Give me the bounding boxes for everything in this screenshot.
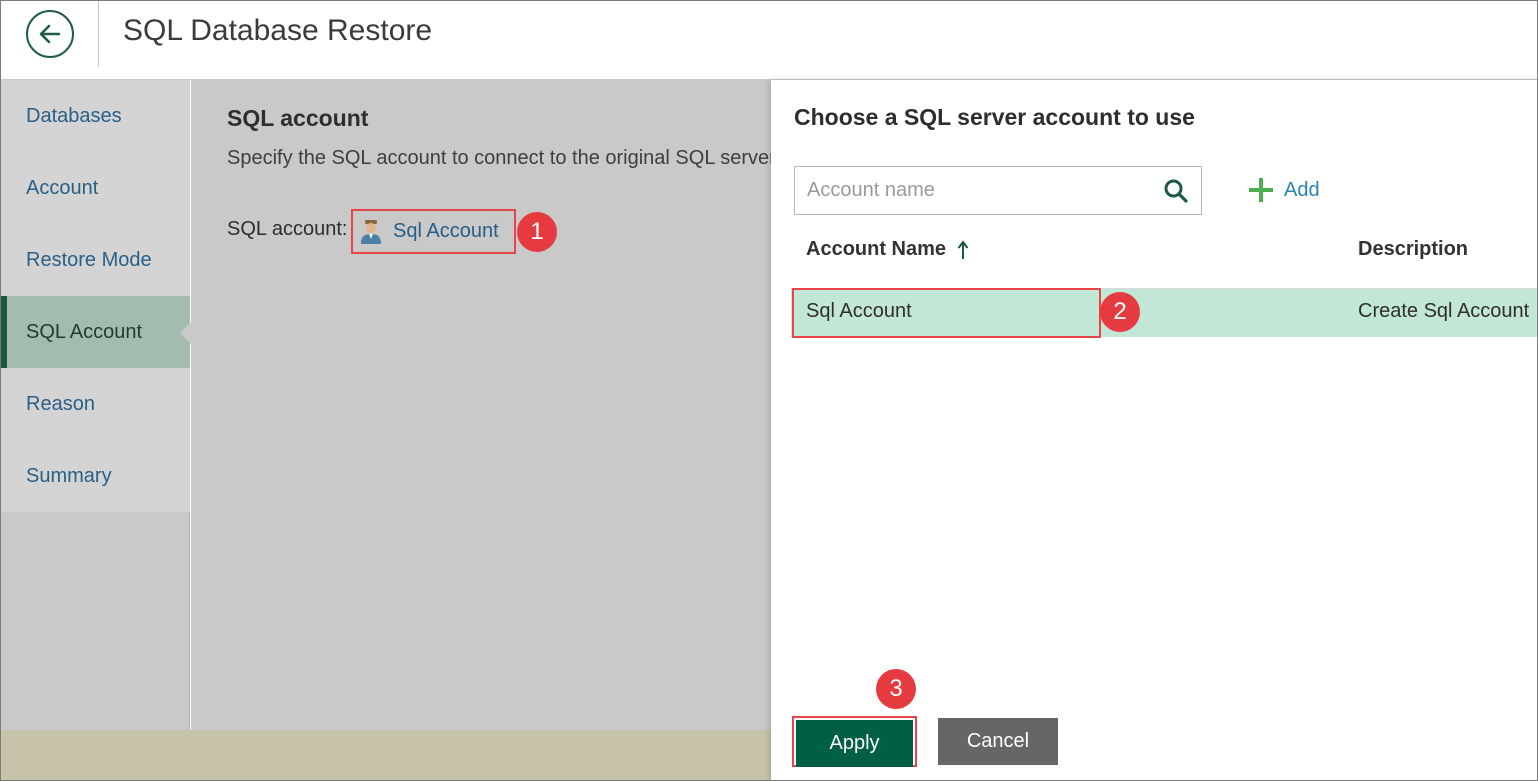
header-divider [98, 1, 99, 67]
sql-account-link[interactable]: Sql Account [351, 209, 516, 254]
cell-description: Create Sql Account [1358, 300, 1530, 322]
sort-ascending-icon [957, 239, 969, 259]
step-badge-2: 2 [1100, 292, 1140, 332]
sidebar-item-account[interactable]: Account [1, 152, 190, 224]
section-description: Specify the SQL account to connect to th… [227, 147, 771, 169]
section-title: SQL account [227, 105, 369, 131]
wizard-steps: Databases Account Restore Mode SQL Accou… [1, 80, 191, 512]
account-search-box [794, 166, 1202, 215]
add-account-button[interactable]: Add [1248, 177, 1320, 203]
back-arrow-icon [39, 24, 61, 44]
wizard-sidebar: Databases Account Restore Mode SQL Accou… [1, 80, 191, 780]
plus-icon [1249, 178, 1273, 202]
column-header-description[interactable]: Description [1358, 238, 1468, 261]
footer-bar [1, 730, 771, 780]
step-badge-1: 1 [517, 212, 557, 252]
sql-account-link-label: Sql Account [393, 220, 499, 242]
panel-title: Choose a SQL server account to use [794, 104, 1195, 130]
page-title: SQL Database Restore [123, 14, 433, 47]
header-bar: SQL Database Restore [1, 1, 1537, 80]
sidebar-item-sql-account[interactable]: SQL Account [1, 296, 191, 368]
apply-button[interactable]: Apply [796, 720, 913, 767]
main-content-overlay [191, 80, 771, 730]
step-badge-3: 3 [876, 669, 916, 709]
account-search-input[interactable] [795, 167, 1155, 214]
sql-account-label: SQL account: [227, 218, 348, 240]
sidebar-item-summary[interactable]: Summary [1, 440, 190, 512]
search-icon[interactable] [1163, 178, 1189, 204]
column-header-account-name[interactable]: Account Name [806, 238, 972, 261]
user-icon [361, 219, 381, 244]
column-header-description-label: Description [1358, 238, 1469, 260]
row-annotation-frame [792, 288, 1101, 338]
add-account-label: Add [1284, 178, 1320, 201]
sidebar-item-restore-mode[interactable]: Restore Mode [1, 224, 190, 296]
back-button[interactable] [26, 10, 74, 58]
column-header-account-name-label: Account Name [806, 238, 947, 260]
sidebar-item-databases[interactable]: Databases [1, 80, 190, 152]
sidebar-item-reason[interactable]: Reason [1, 368, 190, 440]
cancel-button[interactable]: Cancel [938, 718, 1058, 765]
app-window: SQL Database Restore Databases Account R… [0, 0, 1538, 781]
